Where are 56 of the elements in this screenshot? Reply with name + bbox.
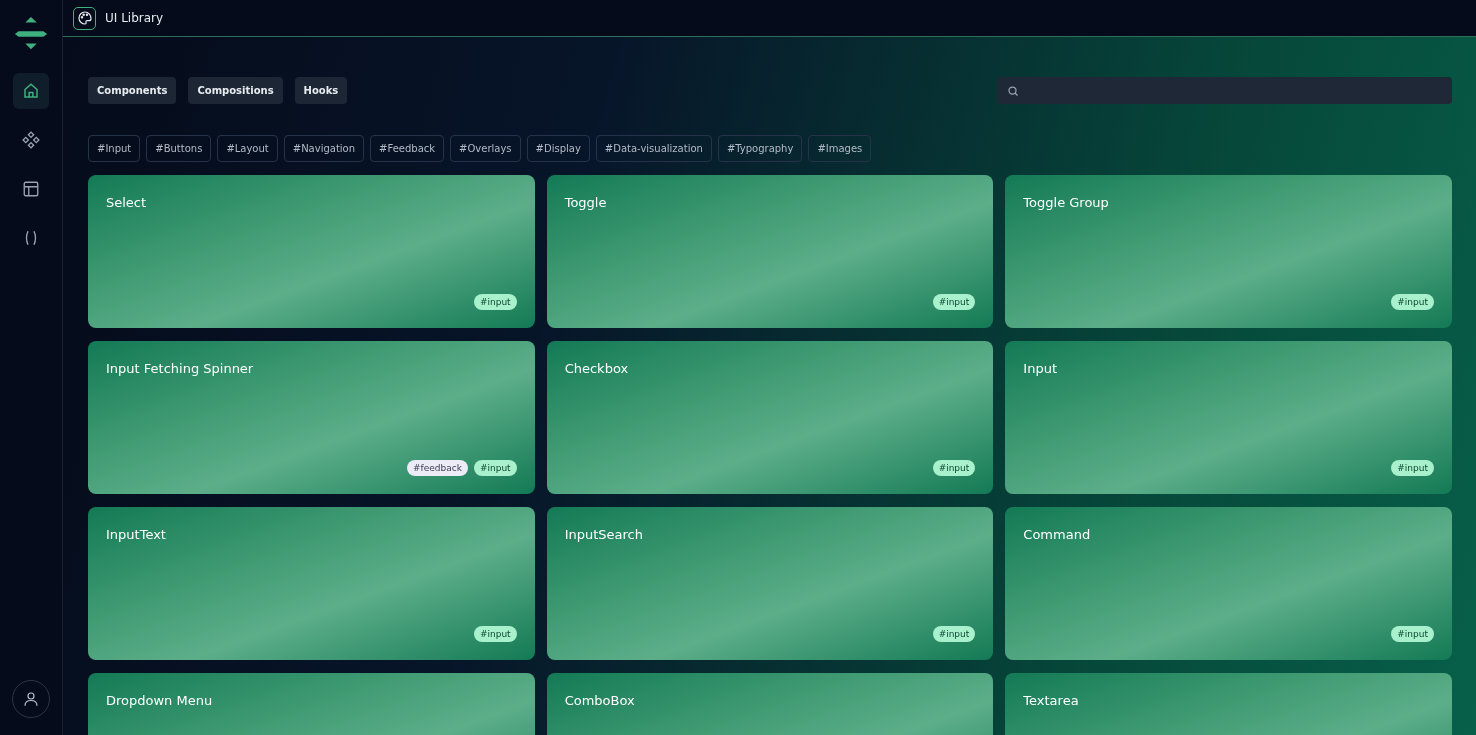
- component-card[interactable]: Checkbox #input: [546, 341, 994, 494]
- search-field[interactable]: [997, 77, 1452, 104]
- card-title: Input Fetching Spinner: [106, 361, 254, 376]
- layout-icon: [22, 180, 40, 198]
- tag-badge: #input: [473, 294, 517, 310]
- tag-badge: #input: [932, 626, 976, 642]
- tag-badge: #input: [932, 294, 976, 310]
- card-title: InputText: [106, 527, 166, 542]
- component-card[interactable]: Select #input: [88, 175, 535, 328]
- tag-filter-button[interactable]: #Data-visualization: [595, 135, 712, 162]
- category-tab[interactable]: Hooks: [294, 77, 348, 104]
- tag-filter-button[interactable]: #Navigation: [283, 135, 365, 162]
- component-card[interactable]: ComboBox: [546, 673, 994, 735]
- card-title: Toggle Group: [1023, 195, 1109, 210]
- tag-filter-button[interactable]: #Typography: [717, 135, 803, 162]
- tag-filter-button[interactable]: #Input: [88, 135, 141, 162]
- tag-badge: #input: [473, 460, 517, 476]
- card-title: Toggle: [564, 195, 607, 210]
- category-tab[interactable]: Compositions: [188, 77, 283, 104]
- home-icon: [22, 82, 40, 100]
- user-icon: [22, 690, 40, 708]
- card-title: Dropdown Menu: [106, 693, 213, 708]
- card-title: Checkbox: [564, 361, 629, 376]
- tag-filter-button[interactable]: #Feedback: [370, 135, 445, 162]
- component-card[interactable]: Dropdown Menu: [88, 673, 535, 735]
- tag-badge: #input: [1391, 460, 1434, 476]
- tag-filter-button[interactable]: #Images: [808, 135, 872, 162]
- component-card[interactable]: InputSearch #input: [546, 507, 994, 660]
- component-card[interactable]: Toggle Group #input: [1005, 175, 1452, 328]
- component-card[interactable]: InputText #input: [88, 507, 535, 660]
- component-card[interactable]: Input #input: [1005, 341, 1452, 494]
- component-card[interactable]: Textarea: [1005, 673, 1452, 735]
- component-card[interactable]: Command #input: [1005, 507, 1452, 660]
- tag-badge: #input: [1391, 294, 1434, 310]
- category-tab[interactable]: Components: [88, 77, 177, 104]
- card-title: Input: [1023, 361, 1057, 376]
- diamonds-icon: [22, 131, 40, 149]
- tag-filter-button[interactable]: #Display: [526, 135, 590, 162]
- card-title: Command: [1023, 527, 1091, 542]
- search-icon: [1007, 84, 1019, 97]
- card-title: Textarea: [1023, 693, 1079, 708]
- home-nav-button[interactable]: [13, 73, 49, 109]
- tag-filter-button[interactable]: #Layout: [217, 135, 278, 162]
- palette-icon: [73, 6, 96, 30]
- page-title: UI Library: [105, 11, 164, 25]
- tag-badge: #input: [473, 626, 517, 642]
- component-card[interactable]: Input Fetching Spinner #feedback #input: [88, 341, 535, 494]
- card-title: ComboBox: [564, 693, 635, 708]
- card-title: InputSearch: [564, 527, 643, 542]
- tag-badge: #input: [932, 460, 976, 476]
- tag-filter-button[interactable]: #Buttons: [146, 135, 212, 162]
- component-card[interactable]: Toggle #input: [546, 175, 994, 328]
- tag-filter-button[interactable]: #Overlays: [450, 135, 521, 162]
- tag-badge: #input: [1391, 626, 1434, 642]
- tag-badge: #feedback: [407, 460, 468, 476]
- card-title: Select: [106, 195, 147, 210]
